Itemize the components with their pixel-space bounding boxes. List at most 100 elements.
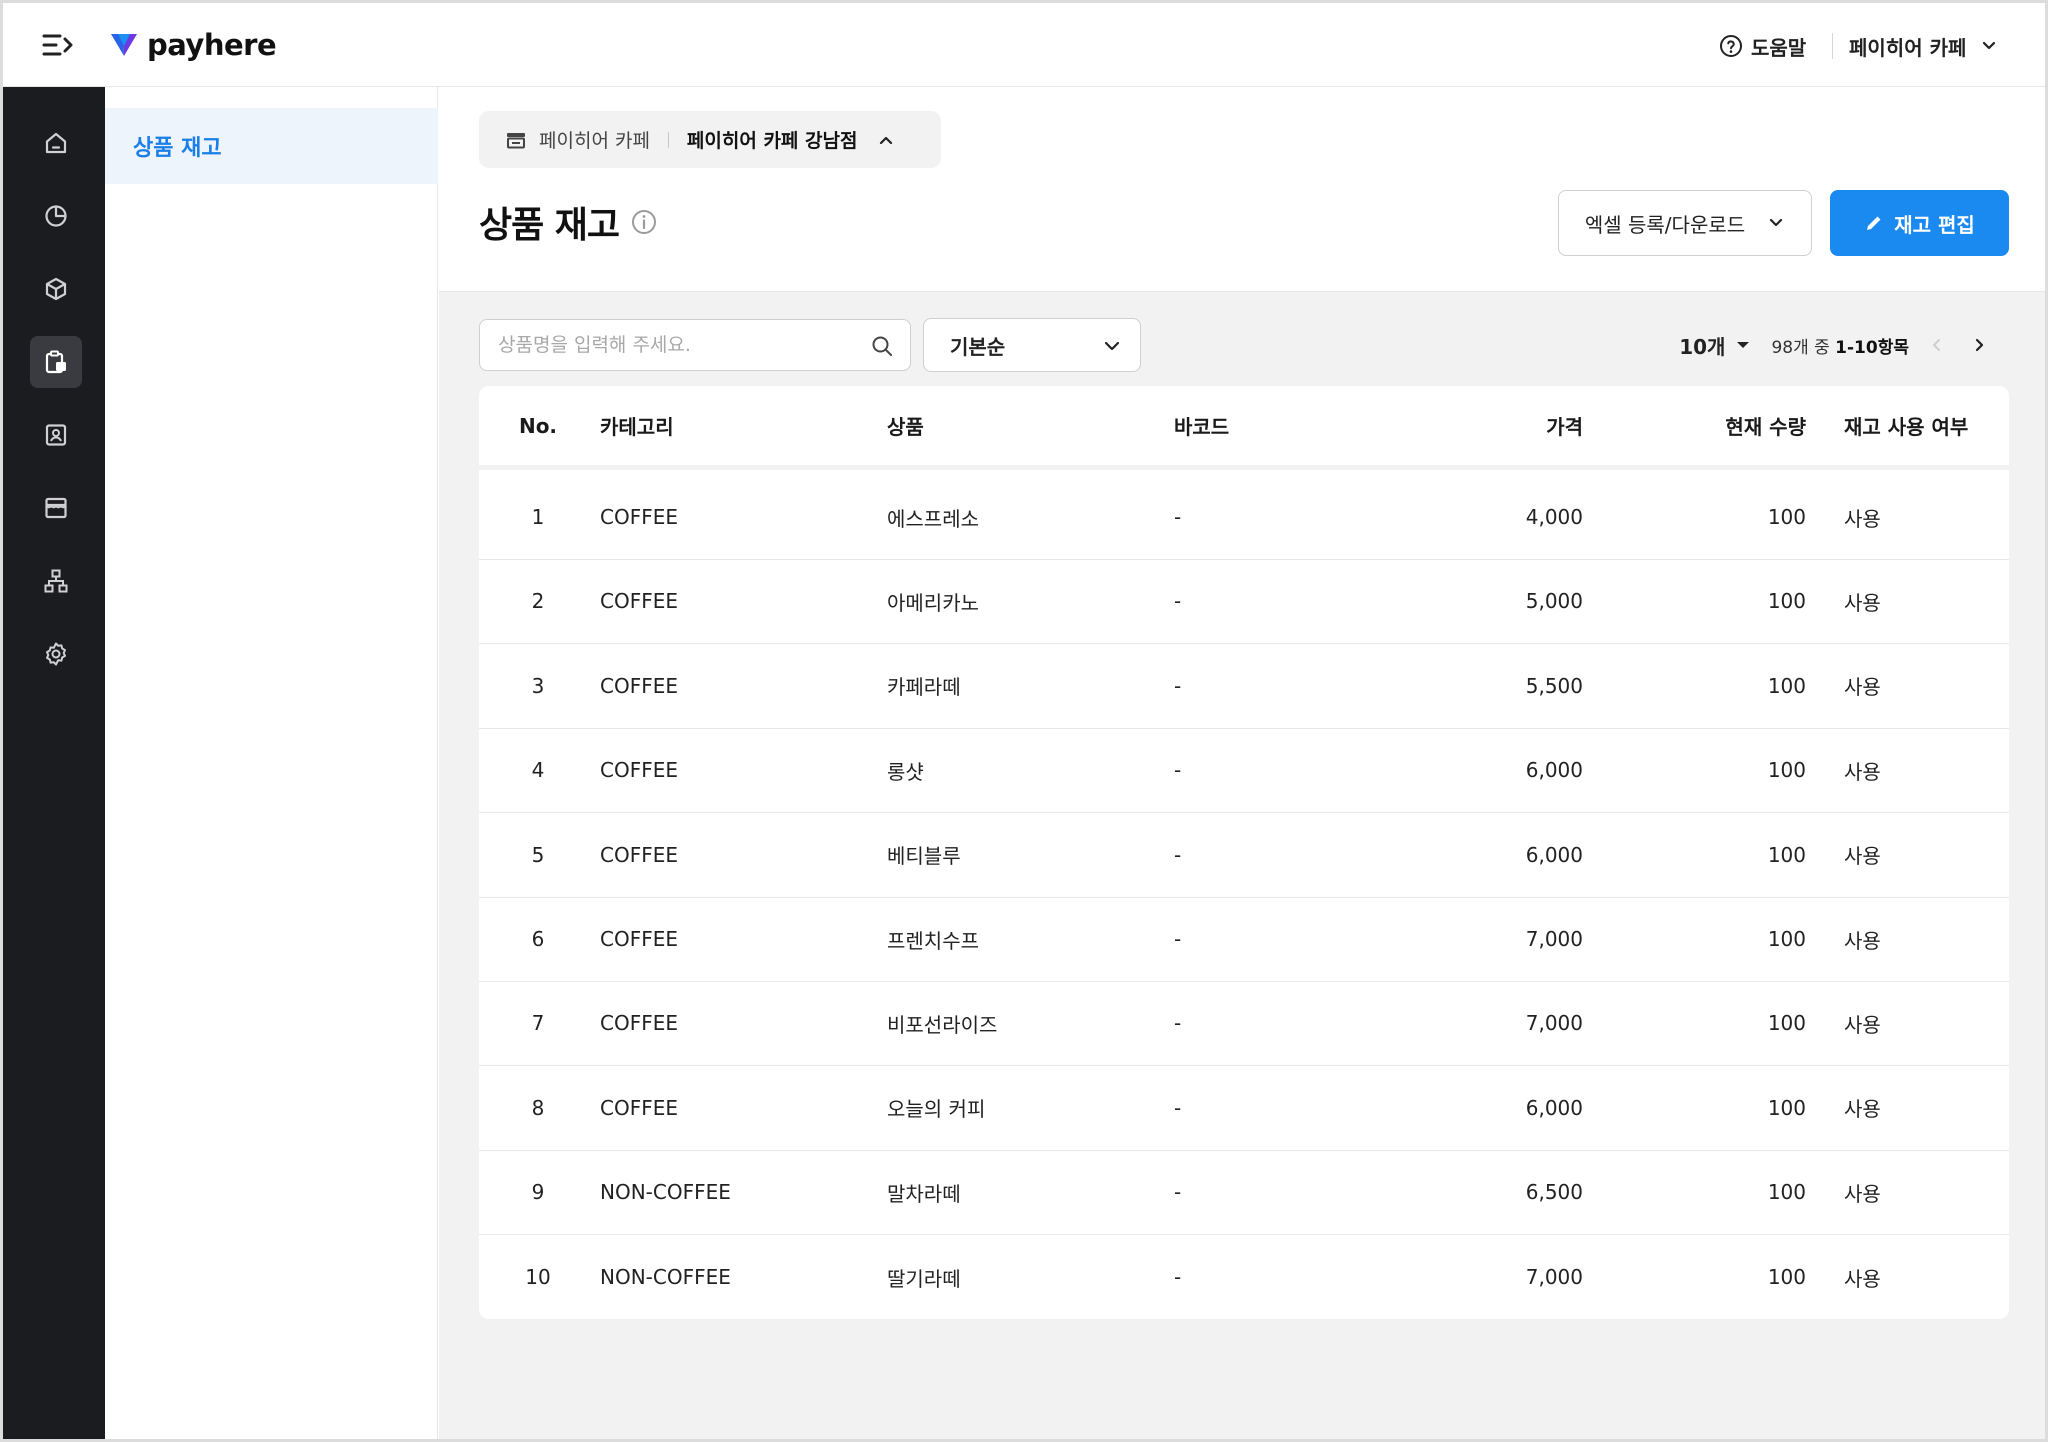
org-chart-icon [44, 569, 68, 593]
register-icon [507, 132, 525, 148]
table-row[interactable]: 5 COFFEE 베티블루 - 6,000 100 사용 [479, 813, 2009, 898]
column-header-use[interactable]: 재고 사용 여부 [1844, 386, 1968, 465]
cell-price: 7,000 [1525, 1265, 1583, 1290]
table-row[interactable]: 1 COFFEE 에스프레소 - 4,000 100 사용 [479, 475, 2009, 560]
pencil-icon [1867, 216, 1881, 230]
chevron-left-icon [1933, 339, 1940, 351]
cell-qty: 100 [1767, 1180, 1806, 1205]
payhere-logo[interactable]: payhere [109, 25, 277, 65]
cell-qty: 100 [1767, 1265, 1806, 1290]
search-input[interactable] [480, 320, 860, 370]
cell-barcode: - [1174, 927, 1182, 951]
cell-qty: 100 [1767, 1095, 1806, 1120]
store-brand: 페이히어 카페 [539, 130, 650, 152]
rail-products[interactable] [30, 263, 82, 315]
page-title-row: 상품 재고 [479, 197, 657, 247]
store-branch: 페이히어 카페 강남점 [686, 130, 858, 152]
table-row[interactable]: 6 COFFEE 프렌치수프 - 7,000 100 사용 [479, 897, 2009, 982]
cell-price: 5,500 [1525, 673, 1583, 698]
inventory-icon [45, 350, 66, 374]
cell-use: 사용 [1844, 1181, 1881, 1206]
page-range: 98개 중 1-10항목 [1771, 333, 1909, 358]
table-header: No. 카테고리 상품 바코드 가격 현재 수량 재고 사용 여부 [479, 386, 2009, 470]
rail-inventory[interactable] [30, 336, 82, 388]
chevron-down-icon [1983, 41, 1996, 50]
table-row[interactable]: 8 COFFEE 오늘의 커피 - 6,000 100 사용 [479, 1066, 2009, 1151]
cell-category: COFFEE [600, 589, 678, 614]
cell-use: 사용 [1844, 675, 1881, 700]
contact-card-icon [45, 424, 67, 446]
edit-inventory-button[interactable]: 재고 편집 [1830, 190, 2009, 256]
menu-toggle-icon[interactable] [41, 31, 75, 59]
cell-product: 오늘의 커피 [887, 1097, 986, 1122]
cell-category: COFFEE [600, 673, 678, 698]
cell-category: COFFEE [600, 758, 678, 783]
info-icon[interactable] [631, 209, 657, 235]
column-header-qty[interactable]: 현재 수량 [1725, 386, 1806, 465]
column-header-product[interactable]: 상품 [887, 386, 924, 465]
sort-value: 기본순 [950, 334, 1006, 359]
cell-use: 사용 [1844, 1097, 1881, 1122]
next-page-button[interactable] [1965, 331, 1993, 359]
cell-category: NON-COFFEE [600, 1265, 731, 1290]
rail-settings[interactable] [30, 628, 82, 680]
pagination: 10개 98개 중 1-10항목 [1679, 325, 1993, 365]
column-header-price[interactable]: 가격 [1546, 386, 1583, 465]
cell-barcode: - [1174, 1265, 1182, 1290]
search-icon[interactable] [870, 334, 894, 358]
icon-rail [3, 87, 105, 1439]
rail-store[interactable] [30, 482, 82, 534]
rail-customers[interactable] [30, 409, 82, 461]
cell-qty: 100 [1767, 1011, 1806, 1036]
cell-no: 8 [531, 1095, 545, 1120]
header-divider [1832, 33, 1833, 59]
help-circle-icon [1720, 35, 1742, 57]
cell-no: 10 [525, 1265, 551, 1290]
prev-page-button[interactable] [1923, 331, 1951, 359]
table-row[interactable]: 4 COFFEE 롱샷 - 6,000 100 사용 [479, 728, 2009, 814]
page-title: 상품 재고 [479, 205, 620, 246]
table-row[interactable]: 7 COFFEE 비포선라이즈 - 7,000 100 사용 [479, 981, 2009, 1067]
sort-select[interactable]: 기본순 [923, 318, 1141, 372]
cell-price: 5,000 [1525, 589, 1583, 614]
rail-statistics[interactable] [30, 190, 82, 242]
cell-product: 프렌치수프 [887, 928, 979, 953]
account-menu[interactable]: 페이히어 카페 [1849, 29, 1998, 63]
cell-use: 사용 [1844, 844, 1881, 869]
cell-no: 4 [531, 758, 545, 783]
page-range-items: 1-10항목 [1835, 337, 1909, 358]
cell-barcode: - [1174, 758, 1182, 783]
column-header-no[interactable]: No. [479, 386, 597, 465]
column-header-barcode[interactable]: 바코드 [1174, 386, 1229, 465]
cell-use: 사용 [1844, 506, 1881, 531]
cell-barcode: - [1174, 1011, 1182, 1036]
table-row[interactable]: 3 COFFEE 카페라떼 - 5,500 100 사용 [479, 644, 2009, 729]
rail-home[interactable] [30, 117, 82, 169]
cell-barcode: - [1174, 842, 1182, 867]
help-label: 도움말 [1751, 35, 1807, 60]
table-row[interactable]: 9 NON-COFFEE 말차라떼 - 6,500 100 사용 [479, 1150, 2009, 1236]
rail-organization[interactable] [30, 555, 82, 607]
table-row[interactable]: 2 COFFEE 아메리카노 - 5,000 100 사용 [479, 559, 2009, 645]
logo-text: payhere [147, 28, 277, 62]
cell-use: 사용 [1844, 1012, 1881, 1037]
caret-down-icon [1737, 342, 1750, 348]
account-label: 페이히어 카페 [1849, 35, 1967, 60]
cell-use: 사용 [1844, 1266, 1881, 1291]
help-link[interactable]: 도움말 [1719, 29, 1806, 63]
subnav-item-inventory[interactable]: 상품 재고 [105, 108, 438, 184]
column-header-category[interactable]: 카테고리 [600, 386, 674, 465]
payhere-logo-icon [111, 34, 137, 56]
cell-use: 사용 [1844, 928, 1881, 953]
store-selector[interactable]: 페이히어 카페 페이히어 카페 강남점 [479, 111, 941, 168]
main-content: 페이히어 카페 페이히어 카페 강남점 상품 재고 엑셀 등록/다운로드 재고 … [439, 87, 2045, 1439]
cell-no: 5 [531, 842, 545, 867]
cell-no: 3 [531, 673, 545, 698]
cell-product: 아메리카노 [887, 590, 979, 615]
excel-upload-download-button[interactable]: 엑셀 등록/다운로드 [1558, 190, 1812, 256]
cell-price: 7,000 [1525, 1011, 1583, 1036]
cell-product: 딸기라떼 [887, 1266, 961, 1291]
store-icon [45, 497, 67, 519]
per-page-select[interactable]: 10개 [1679, 331, 1751, 360]
table-row[interactable]: 10 NON-COFFEE 딸기라떼 - 7,000 100 사용 [479, 1235, 2009, 1319]
